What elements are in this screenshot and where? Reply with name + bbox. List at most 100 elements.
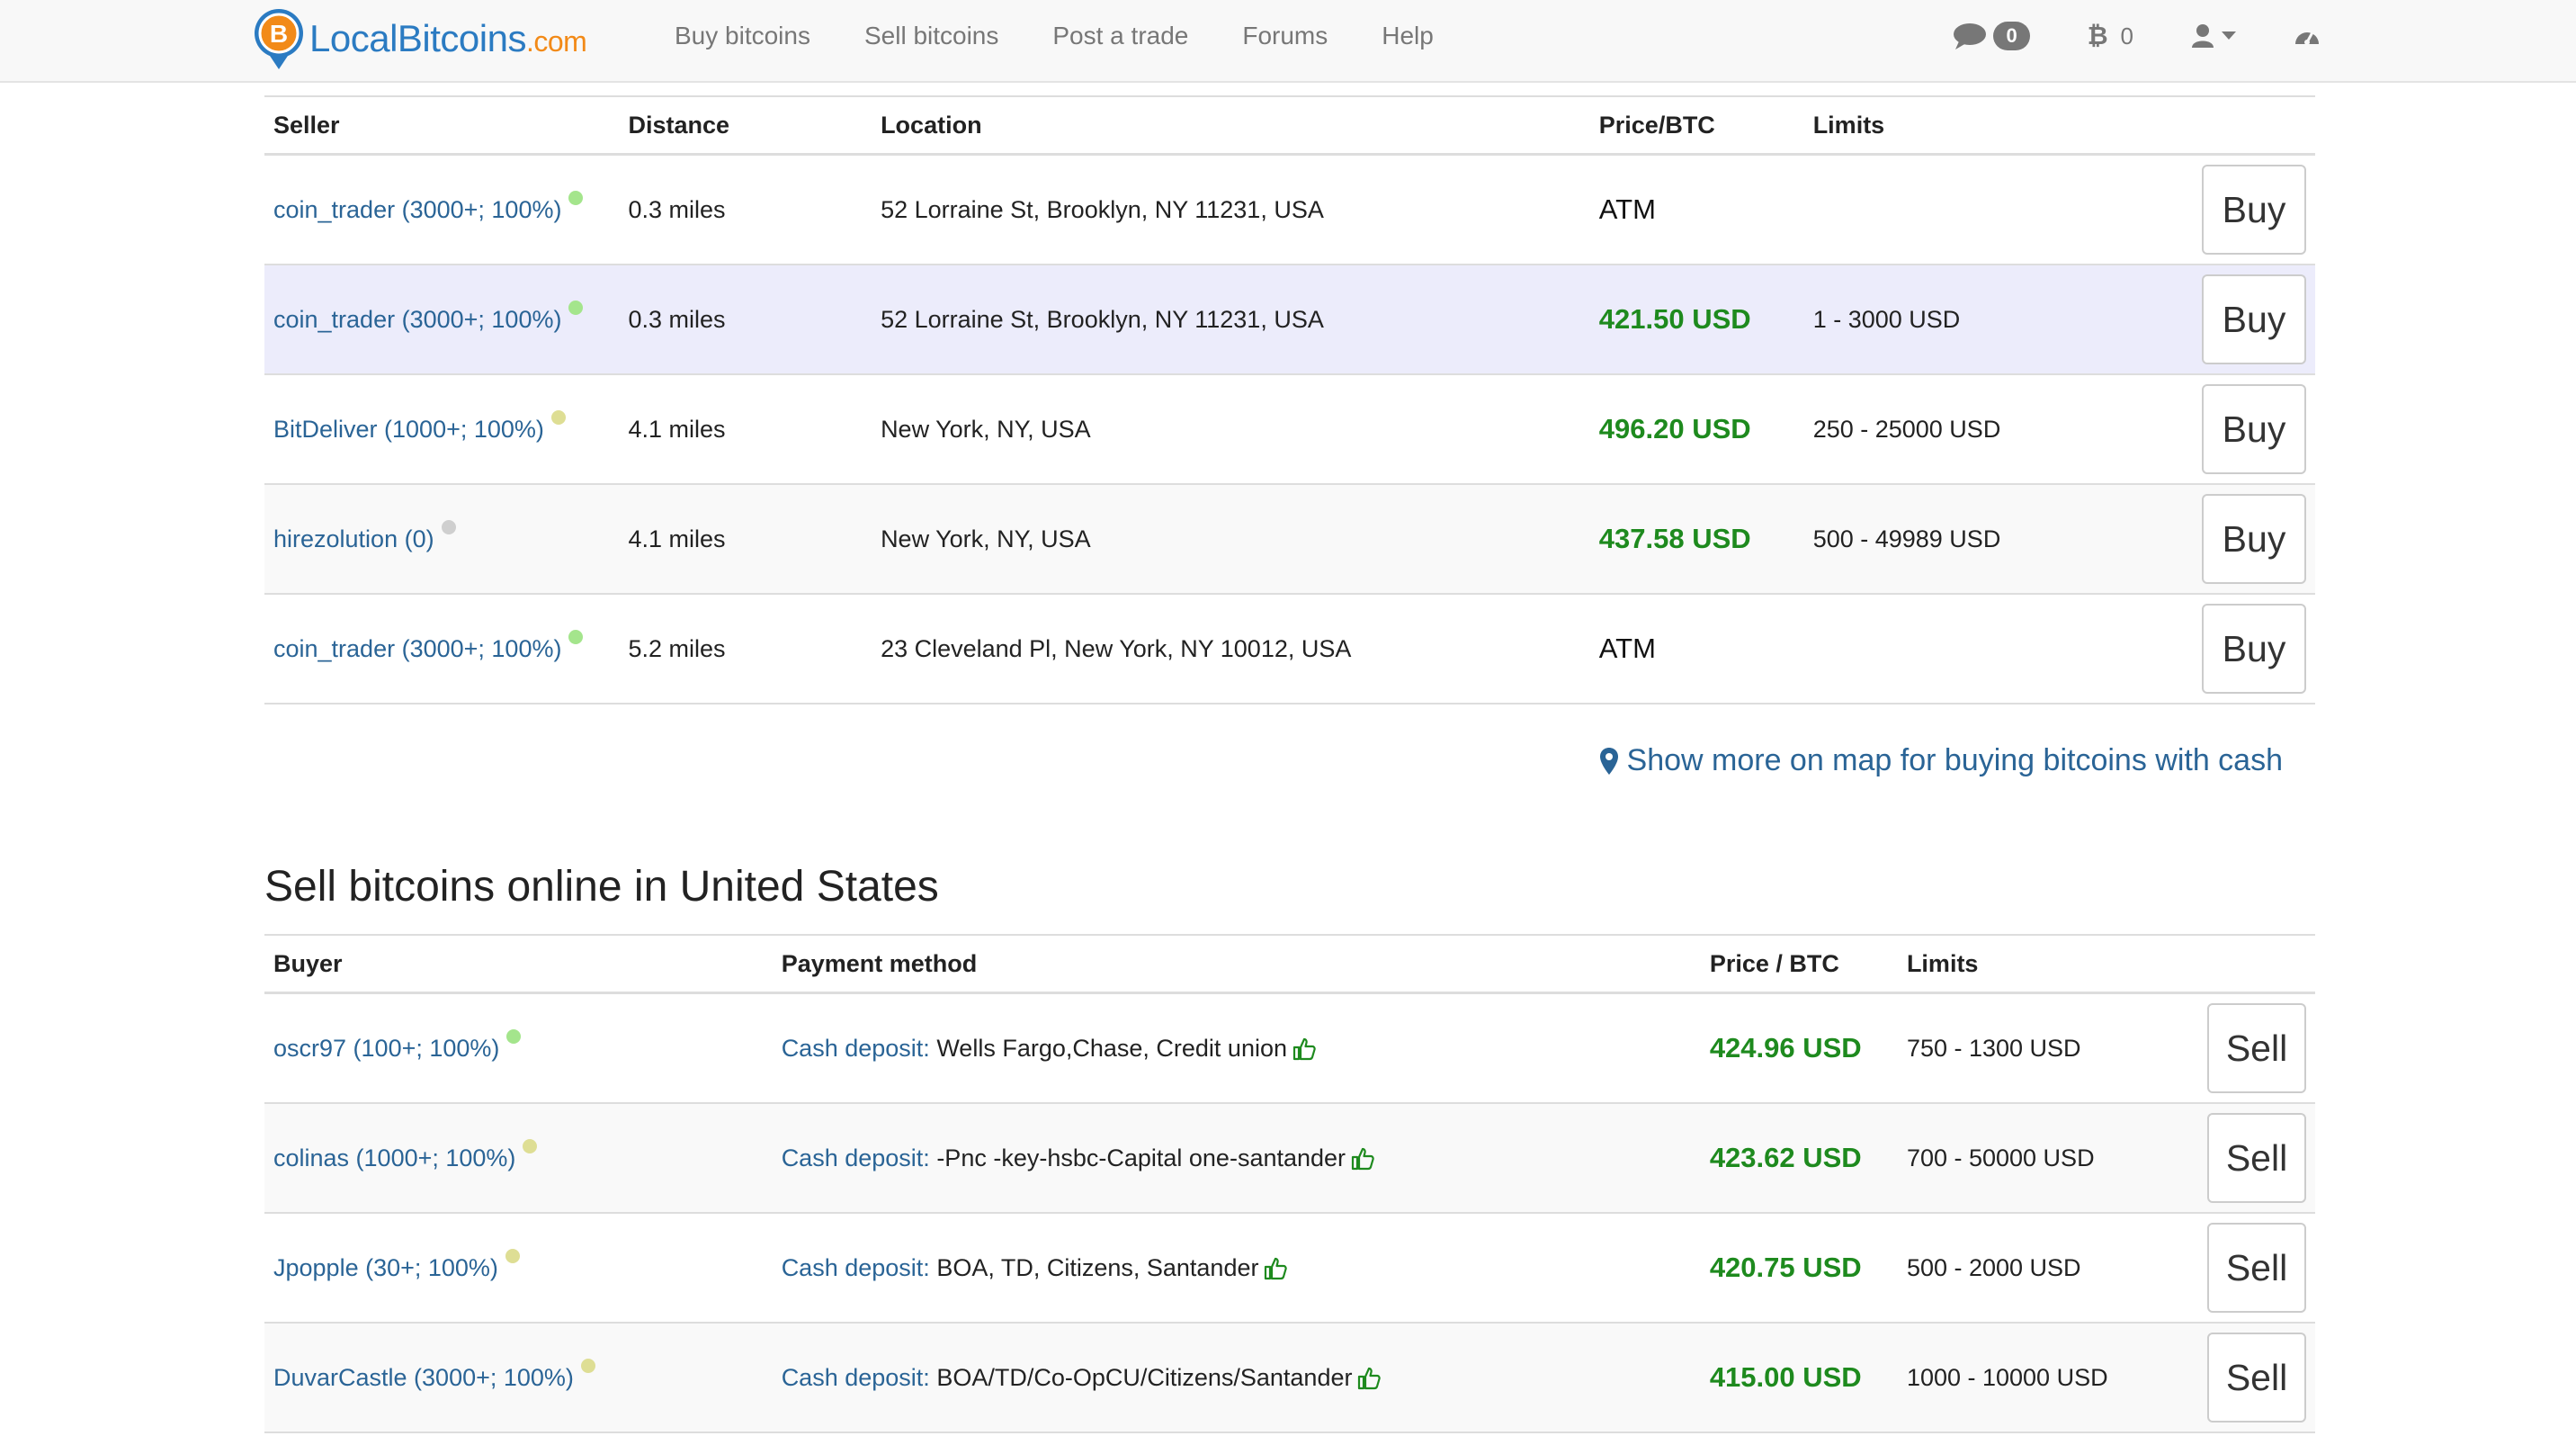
site-logo[interactable]: B LocalBitcoins.com <box>252 7 587 70</box>
sell-button[interactable]: Sell <box>2207 1333 2306 1423</box>
sell-button[interactable]: Sell <box>2207 1113 2306 1203</box>
buyer-cell: DuvarCastle (3000+; 100%) <box>264 1323 773 1433</box>
col-action <box>2198 934 2315 994</box>
limits-cell: 1 - 3000 USD <box>1803 265 2193 375</box>
price-cell: 437.58 USD <box>1589 484 1804 595</box>
dashboard-button[interactable] <box>2294 24 2321 48</box>
seller-link[interactable]: hirezolution (0) <box>273 525 434 552</box>
location-cell: New York, NY, USA <box>872 484 1590 595</box>
price-cell: 420.75 USD <box>1700 1213 1898 1324</box>
online-status-dot <box>568 300 584 315</box>
sell-button[interactable]: Sell <box>2207 1003 2306 1093</box>
online-status-dot <box>568 629 584 644</box>
online-status-dot <box>523 1138 538 1153</box>
buy-button[interactable]: Buy <box>2202 384 2306 474</box>
col-location: Location <box>872 95 1590 156</box>
seller-cell: BitDeliver (1000+; 100%) <box>264 374 620 485</box>
buyer-cell: oscr97 (100+; 100%) <box>264 992 773 1104</box>
seller-cell: coin_trader (3000+; 100%) <box>264 265 620 375</box>
distance-cell: 0.3 miles <box>619 265 872 375</box>
seller-link[interactable]: BitDeliver (1000+; 100%) <box>273 416 544 443</box>
svg-text:B: B <box>270 20 288 48</box>
buy-button[interactable]: Buy <box>2202 494 2306 584</box>
buyer-link[interactable]: colinas (1000+; 100%) <box>273 1144 515 1171</box>
limits-cell: 500 - 2000 USD <box>1897 1213 2198 1324</box>
btc-balance: 0 <box>2120 22 2133 49</box>
col-seller: Seller <box>264 95 620 156</box>
location-cell: 52 Lorraine St, Brooklyn, NY 11231, USA <box>872 154 1590 265</box>
payment-method-link[interactable]: Cash deposit: <box>782 1364 930 1391</box>
action-cell: Buy <box>2193 374 2315 485</box>
buy-button[interactable]: Buy <box>2202 274 2306 364</box>
table-row: coin_trader (3000+; 100%) 0.3 miles 52 Lor… <box>264 265 2315 375</box>
thumbs-up-icon <box>1358 1368 1382 1390</box>
online-status-dot <box>550 409 566 425</box>
nav-forums[interactable]: Forums <box>1242 22 1328 50</box>
buyer-cell: colinas (1000+; 100%) <box>264 1103 773 1214</box>
payment-method-link[interactable]: Cash deposit: <box>782 1144 930 1171</box>
price-value: ATM <box>1598 633 1656 664</box>
dashboard-gauge-icon <box>2295 31 2319 45</box>
action-cell: Buy <box>2193 265 2315 375</box>
buy-button[interactable]: Buy <box>2202 604 2306 694</box>
price-value: 415.00 USD <box>1709 1361 1862 1393</box>
sell-section-title: Sell bitcoins online in United States <box>264 863 939 911</box>
seller-link[interactable]: coin_trader (3000+; 100%) <box>273 196 561 223</box>
distance-cell: 0.3 miles <box>619 154 872 265</box>
distance-cell: 4.1 miles <box>619 374 872 485</box>
sell-button[interactable]: Sell <box>2207 1223 2306 1313</box>
limits-cell <box>1803 154 2193 265</box>
show-more-map-link[interactable]: Show more on map for buying bitcoins wit… <box>1599 743 2283 778</box>
payment-method-link[interactable]: Cash deposit: <box>782 1035 930 1062</box>
map-marker-icon <box>1599 747 1618 775</box>
buyer-cell: Jpopple (30+; 100%) <box>264 1213 773 1324</box>
payment-method-cell: Cash deposit: BOA, TD, Citizens, Santand… <box>772 1213 1701 1324</box>
col-limits: Limits <box>1803 95 2193 156</box>
location-cell: New York, NY, USA <box>872 374 1590 485</box>
nav-sell-bitcoins[interactable]: Sell bitcoins <box>864 22 998 50</box>
price-value: 496.20 USD <box>1598 413 1751 444</box>
action-cell: Sell <box>2198 1213 2315 1324</box>
payment-method-link[interactable]: Cash deposit: <box>782 1254 930 1281</box>
nav-post-trade[interactable]: Post a trade <box>1052 22 1188 50</box>
table-row: DuvarCastle (3000+; 100%) Cash deposit: B… <box>264 1323 2315 1433</box>
distance-cell: 5.2 miles <box>619 594 872 705</box>
messages-button[interactable]: 0 <box>1952 22 2030 50</box>
user-menu-button[interactable] <box>2191 23 2236 49</box>
sell-offers-table: Buyer Payment method Price / BTC Limits … <box>264 934 2315 1433</box>
wallet-button[interactable]: ₿ 0 <box>2088 22 2133 50</box>
price-cell: 424.96 USD <box>1700 992 1898 1104</box>
main-nav: Buy bitcoins Sell bitcoins Post a trade … <box>675 0 1488 72</box>
price-cell: 496.20 USD <box>1589 374 1804 485</box>
map-link-text: Show more on map for buying bitcoins wit… <box>1626 743 2283 777</box>
price-cell: 421.50 USD <box>1589 265 1804 375</box>
logo-text: LocalBitcoins.com <box>309 17 587 59</box>
table-header-row: Seller Distance Location Price/BTC Limit… <box>264 95 2315 156</box>
chat-bubble-icon <box>1954 23 1987 49</box>
table-row: coin_trader (3000+; 100%) 5.2 miles 23 Cle… <box>264 594 2315 705</box>
payment-method-cell: Cash deposit: -Pnc -key-hsbc-Capital one… <box>772 1103 1701 1214</box>
limits-cell: 250 - 25000 USD <box>1803 374 2193 485</box>
nav-help[interactable]: Help <box>1382 22 1434 50</box>
price-value: 420.75 USD <box>1709 1252 1862 1283</box>
seller-cell: hirezolution (0) <box>264 484 620 595</box>
seller-link[interactable]: coin_trader (3000+; 100%) <box>273 635 561 662</box>
col-action <box>2193 95 2315 156</box>
limits-cell <box>1803 594 2193 705</box>
bitcoin-pin-icon: B <box>255 9 303 69</box>
buyer-link[interactable]: oscr97 (100+; 100%) <box>273 1035 499 1062</box>
seller-link[interactable]: coin_trader (3000+; 100%) <box>273 306 561 333</box>
buyer-link[interactable]: DuvarCastle (3000+; 100%) <box>273 1364 574 1391</box>
price-value: ATM <box>1598 193 1656 225</box>
action-cell: Sell <box>2198 1323 2315 1433</box>
thumbs-up-icon <box>1292 1038 1316 1061</box>
price-cell: 423.62 USD <box>1700 1103 1898 1214</box>
col-price: Price / BTC <box>1700 934 1898 994</box>
price-value: 424.96 USD <box>1709 1032 1862 1064</box>
nav-buy-bitcoins[interactable]: Buy bitcoins <box>675 22 810 50</box>
thumbs-up-icon <box>1265 1258 1288 1280</box>
seller-cell: coin_trader (3000+; 100%) <box>264 594 620 705</box>
buy-button[interactable]: Buy <box>2202 165 2306 255</box>
buyer-link[interactable]: Jpopple (30+; 100%) <box>273 1254 498 1281</box>
table-row: coin_trader (3000+; 100%) 0.3 miles 52 Lor… <box>264 154 2315 265</box>
